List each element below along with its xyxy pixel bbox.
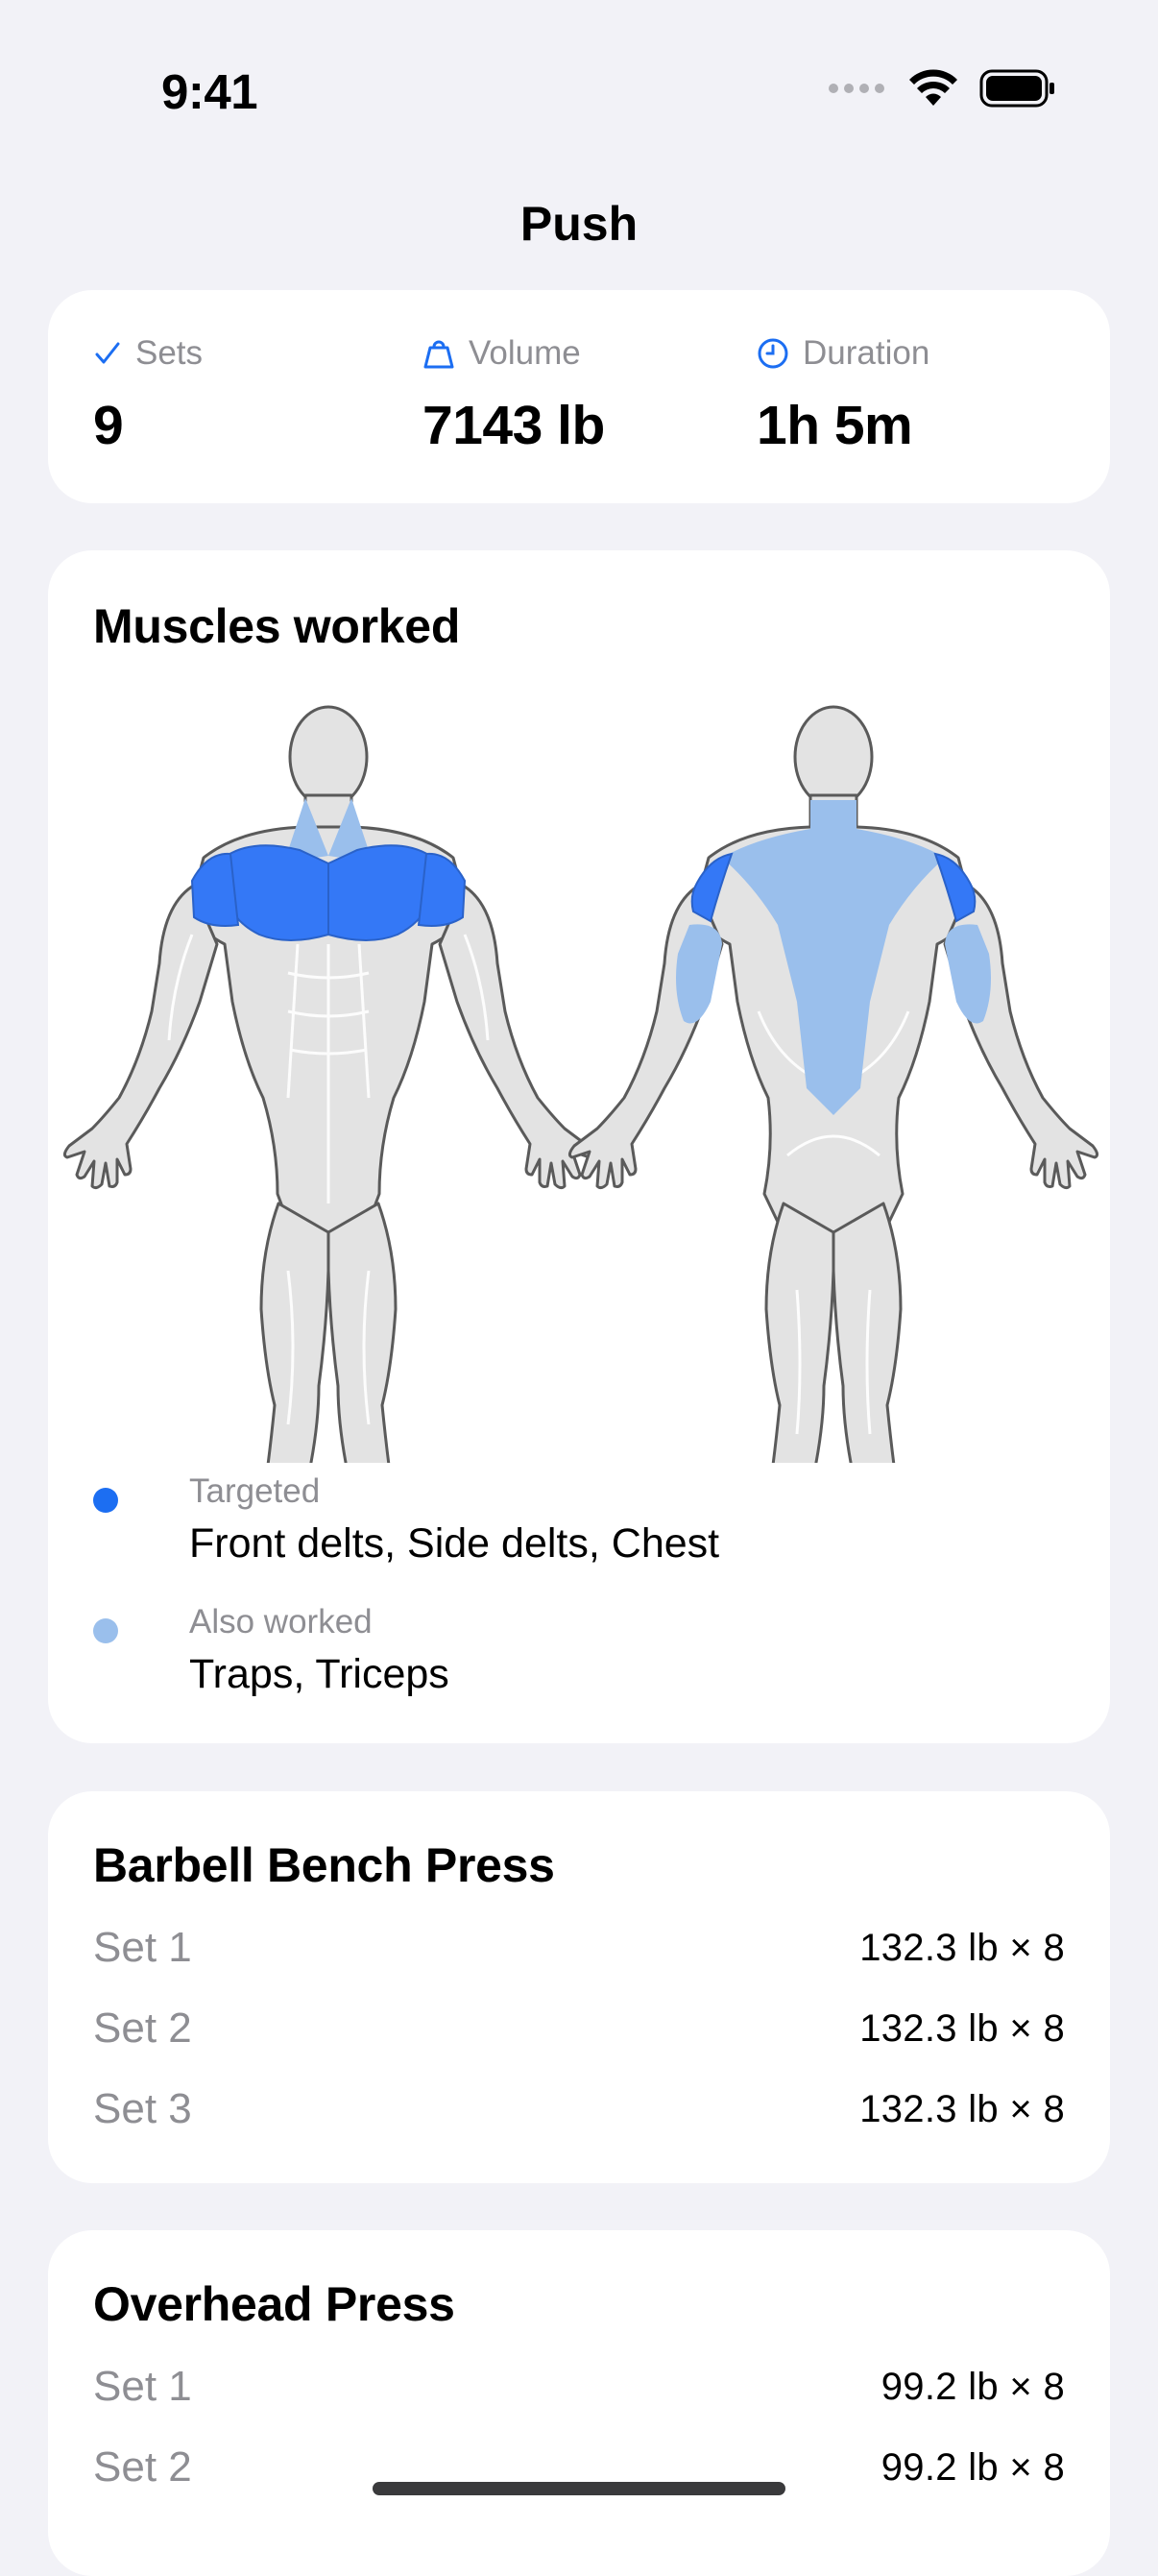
home-indicator[interactable] — [373, 2482, 785, 2495]
set-row: Set 1 132.3 lb × 8 — [93, 1924, 1065, 1981]
set-row: Set 1 99.2 lb × 8 — [93, 2363, 1065, 2420]
set-value: 99.2 lb × 8 — [881, 2366, 1065, 2408]
legend-targeted: Targeted Front delts, Side delts, Chest — [93, 1472, 1053, 1578]
set-value: 132.3 lb × 8 — [859, 2007, 1065, 2050]
clock-icon — [758, 338, 788, 369]
set-label: Set 1 — [93, 1924, 192, 1971]
exercise-card[interactable]: Barbell Bench Press Set 1 132.3 lb × 8 S… — [48, 1791, 1110, 2183]
battery-icon — [979, 69, 1054, 108]
front-muscle-lines — [167, 934, 490, 1425]
wifi-icon — [909, 69, 957, 106]
set-label: Set 2 — [93, 2005, 192, 2052]
set-value: 132.3 lb × 8 — [859, 2088, 1065, 2130]
legend-targeted-label: Targeted — [189, 1472, 321, 1510]
set-label: Set 1 — [93, 2363, 192, 2410]
stat-duration-label: Duration — [803, 334, 930, 372]
targeted-dot-icon — [93, 1488, 118, 1513]
set-label: Set 2 — [93, 2443, 192, 2491]
workout-stats-card: Sets 9 Volume 7143 lb Duration 1h 5m — [48, 290, 1110, 503]
stat-volume-value: 7143 lb — [422, 395, 605, 456]
exercise-name: Barbell Bench Press — [93, 1838, 555, 1892]
muscles-worked-card: Muscles worked Targeted Front delts, Sid… — [48, 550, 1110, 1743]
stat-volume-label: Volume — [469, 334, 581, 372]
stat-duration: Duration 1h 5m — [757, 334, 929, 457]
checkmark-icon — [95, 342, 120, 364]
exercise-card[interactable]: Overhead Press Set 1 99.2 lb × 8 Set 2 9… — [48, 2230, 1110, 2576]
set-value: 99.2 lb × 8 — [881, 2446, 1065, 2489]
legend-targeted-value: Front delts, Side delts, Chest — [189, 1520, 720, 1567]
body-diagram — [62, 705, 1099, 1463]
exercise-name: Overhead Press — [93, 2277, 455, 2331]
set-row: Set 2 132.3 lb × 8 — [93, 2005, 1065, 2062]
weight-icon — [423, 340, 454, 369]
stat-sets-value: 9 — [93, 395, 124, 456]
set-value: 132.3 lb × 8 — [859, 1927, 1065, 1969]
legend-also-value: Traps, Triceps — [189, 1651, 449, 1697]
stat-sets: Sets 9 — [93, 334, 203, 457]
legend-also-label: Also worked — [189, 1603, 373, 1640]
stat-sets-label: Sets — [135, 334, 204, 372]
also-worked-dot-icon — [93, 1618, 118, 1643]
status-icons — [828, 69, 1056, 108]
stat-duration-value: 1h 5m — [757, 395, 913, 456]
page-title: Push — [519, 197, 639, 251]
set-row: Set 3 132.3 lb × 8 — [93, 2085, 1065, 2143]
set-label: Set 3 — [93, 2085, 192, 2132]
signal-dots-icon — [829, 84, 884, 93]
legend-also-worked: Also worked Traps, Triceps — [93, 1603, 1053, 1709]
stat-volume: Volume 7143 lb — [422, 334, 605, 457]
muscles-title: Muscles worked — [93, 599, 461, 653]
status-time: 9:41 — [161, 64, 258, 119]
